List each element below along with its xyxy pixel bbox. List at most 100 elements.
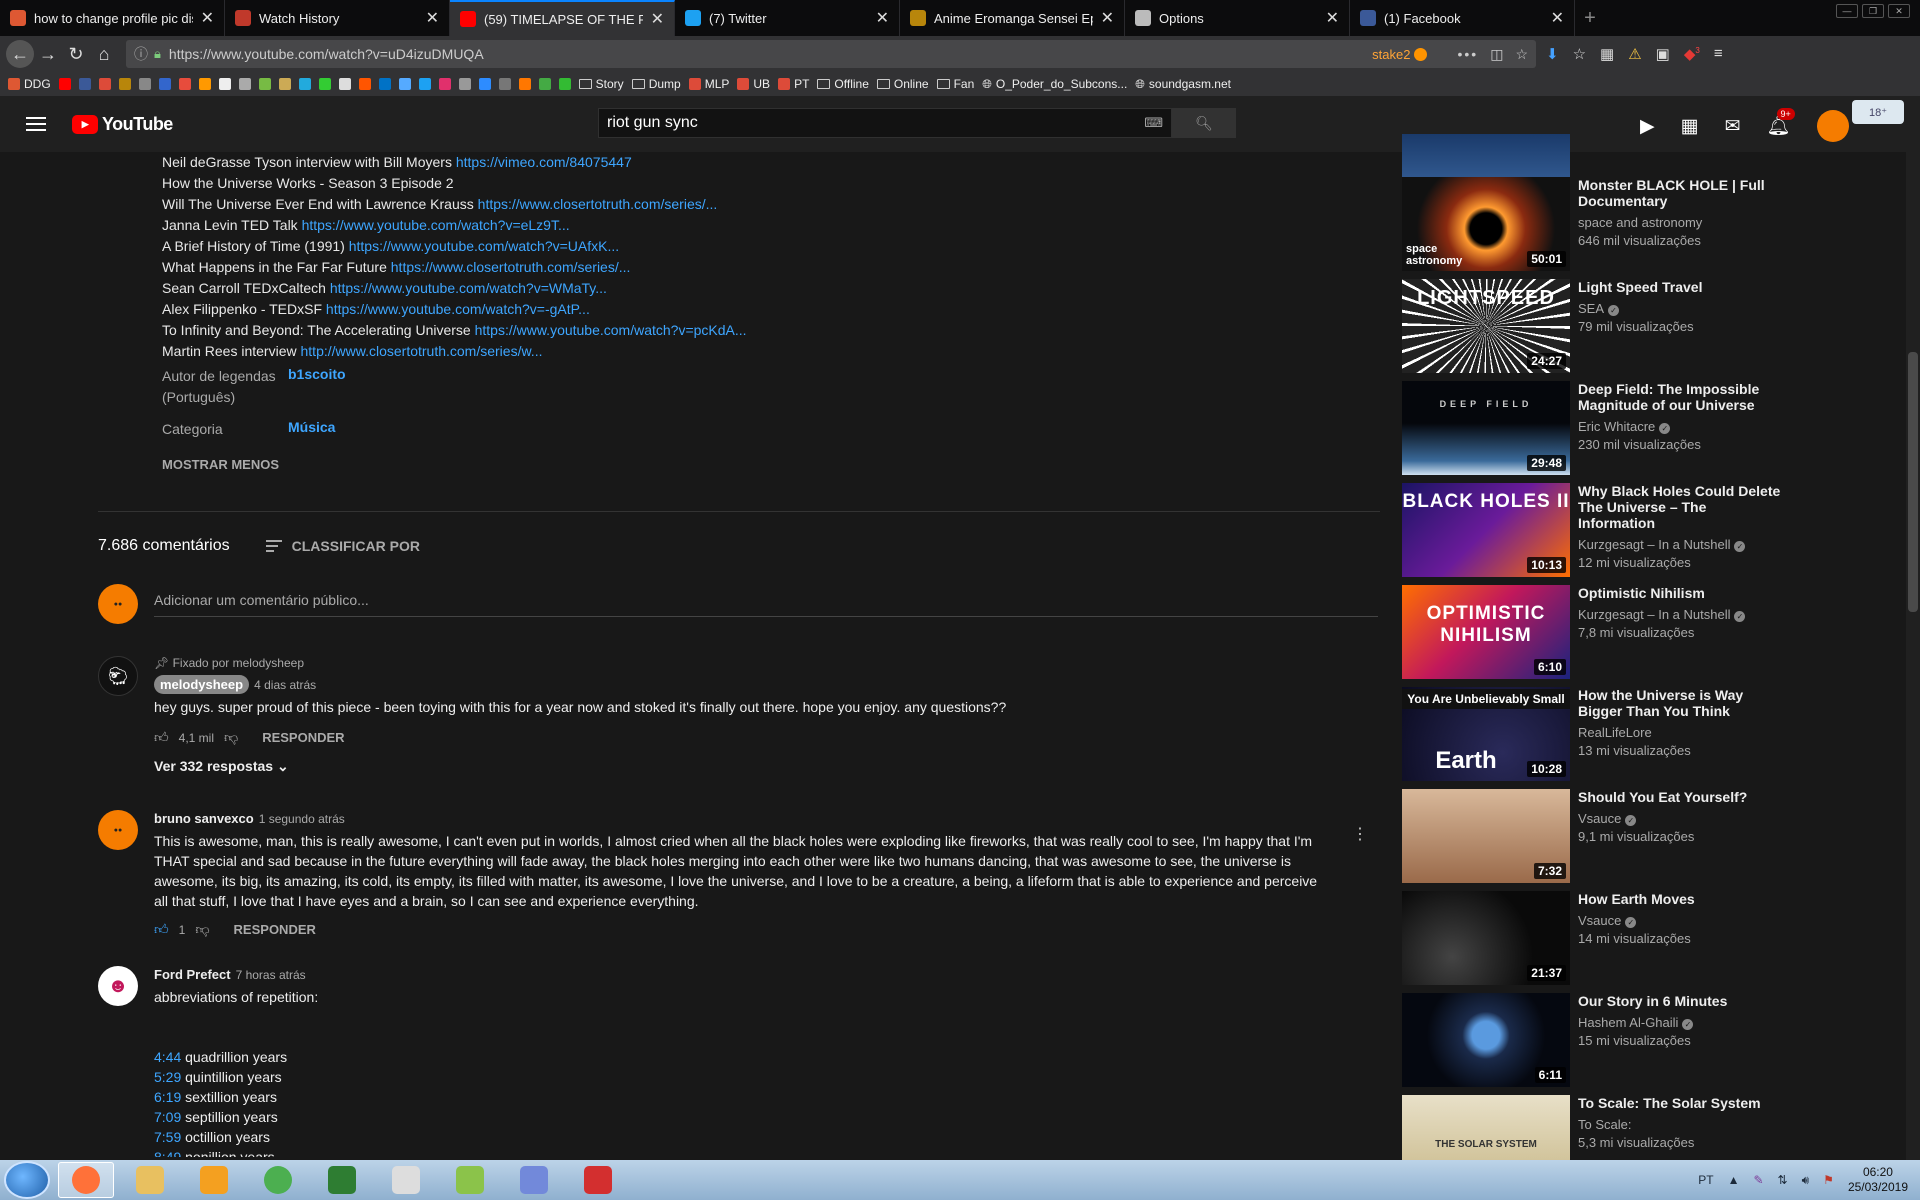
taskbar-media-button[interactable] bbox=[186, 1162, 242, 1198]
video-channel[interactable]: Vsauce ✓ bbox=[1578, 913, 1782, 928]
bookmark-item[interactable] bbox=[58, 78, 71, 90]
video-title[interactable]: Our Story in 6 Minutes bbox=[1578, 993, 1782, 1009]
video-channel[interactable]: RealLifeLore bbox=[1578, 725, 1782, 740]
comment-author[interactable]: Ford Prefect bbox=[154, 967, 231, 982]
video-title[interactable]: Light Speed Travel bbox=[1578, 279, 1782, 295]
related-video-item[interactable]: 21:37 How Earth Moves Vsauce ✓ 14 mi visuali… bbox=[1402, 891, 1782, 993]
video-thumbnail[interactable]: DEEP FIELD 29:48 bbox=[1402, 381, 1570, 475]
tab-close-icon[interactable]: ✕ bbox=[876, 8, 889, 28]
like-button[interactable]: 👍︎ bbox=[154, 921, 169, 938]
bookmark-item[interactable]: MLP bbox=[688, 77, 729, 91]
timestamp-link[interactable]: 7:59 bbox=[154, 1129, 181, 1145]
add-comment-input[interactable]: Adicionar um comentário público... bbox=[154, 592, 1378, 617]
timestamp-link[interactable]: 4:44 bbox=[154, 1049, 181, 1065]
bookmark-item[interactable] bbox=[378, 78, 391, 90]
timestamp-link[interactable]: 8:49 bbox=[154, 1149, 181, 1157]
description-link[interactable]: https://www.youtube.com/watch?v=-gAtP... bbox=[326, 301, 590, 317]
url-text[interactable]: https://www.youtube.com/watch?v=uD4izuDM… bbox=[169, 46, 484, 62]
subtitles-author-link[interactable]: b1scoito bbox=[288, 366, 346, 408]
commenter-avatar[interactable]: ●● bbox=[98, 810, 138, 850]
bookmark-item[interactable] bbox=[458, 78, 471, 90]
related-video-item[interactable]: You Are Unbelievably Small Earth 10:28 How … bbox=[1402, 687, 1782, 789]
show-less-button[interactable]: MOSTRAR MENOS bbox=[162, 457, 1362, 472]
back-button[interactable]: ← bbox=[6, 40, 34, 68]
download-icon[interactable]: ⬇ bbox=[1546, 45, 1559, 63]
language-indicator[interactable]: PT bbox=[1698, 1173, 1713, 1187]
bookmark-item[interactable] bbox=[158, 78, 171, 90]
description-link[interactable]: https://www.youtube.com/watch?v=WMaTy... bbox=[330, 280, 607, 296]
video-thumbnail[interactable]: space astronomy 50:01 bbox=[1402, 177, 1570, 271]
bookmark-item[interactable] bbox=[98, 78, 111, 90]
description-link[interactable]: https://www.youtube.com/watch?v=pcKdA... bbox=[475, 322, 747, 338]
age-18-icon[interactable]: ⚠ bbox=[1628, 45, 1641, 63]
video-thumbnail[interactable]: BLACK HOLES II 10:13 bbox=[1402, 483, 1570, 577]
bookmark-item[interactable] bbox=[198, 78, 211, 90]
related-video-item[interactable]: 6:11 Our Story in 6 Minutes Hashem Al-Ghai… bbox=[1402, 993, 1782, 1095]
bookmark-item[interactable] bbox=[558, 78, 571, 90]
bookmark-item[interactable]: PT bbox=[778, 77, 809, 91]
video-channel[interactable]: Hashem Al-Ghaili ✓ bbox=[1578, 1015, 1782, 1030]
timestamp-link[interactable]: 7:09 bbox=[154, 1109, 181, 1125]
commenter-avatar[interactable]: ☻ bbox=[98, 966, 138, 1006]
reload-button[interactable]: ↻ bbox=[62, 40, 90, 68]
bookmark-item[interactable] bbox=[338, 78, 351, 90]
video-channel[interactable]: Kurzgesagt – In a Nutshell ✓ bbox=[1578, 537, 1782, 552]
tray-expand-icon[interactable]: ▲ bbox=[1728, 1173, 1740, 1187]
clock[interactable]: 06:20 25/03/2019 bbox=[1848, 1165, 1908, 1195]
account-indicator[interactable]: stake2 bbox=[1372, 47, 1428, 62]
taskbar-firefox-button[interactable] bbox=[58, 1162, 114, 1198]
taskbar-chrome-button[interactable] bbox=[250, 1162, 306, 1198]
bookmark-item[interactable] bbox=[478, 78, 491, 90]
browser-tab[interactable]: Options ✕ bbox=[1125, 0, 1350, 36]
comment-time[interactable]: 7 horas atrás bbox=[236, 968, 306, 982]
video-thumbnail[interactable]: 6:11 bbox=[1402, 993, 1570, 1087]
ublock-icon[interactable]: ◆3 bbox=[1684, 45, 1700, 63]
browser-tab[interactable]: how to change profile pic disco ✕ bbox=[0, 0, 225, 36]
video-title[interactable]: Optimistic Nihilism bbox=[1578, 585, 1782, 601]
tab-close-icon[interactable]: ✕ bbox=[1101, 8, 1114, 28]
sort-by-button[interactable]: CLASSIFICAR POR bbox=[265, 537, 420, 555]
taskbar-notepad-button[interactable] bbox=[442, 1162, 498, 1198]
video-title[interactable]: Monster BLACK HOLE | Full Documentary bbox=[1578, 177, 1782, 209]
comment-author[interactable]: bruno sanvexco bbox=[154, 811, 254, 826]
bookmark-item[interactable] bbox=[438, 78, 451, 90]
browser-tab[interactable]: (1) Facebook ✕ bbox=[1350, 0, 1575, 36]
comment-author[interactable]: melodysheep bbox=[154, 675, 250, 694]
timestamp-link[interactable]: 6:19 bbox=[154, 1089, 181, 1105]
pen-icon[interactable]: ✎ bbox=[1753, 1173, 1763, 1187]
tab-close-icon[interactable]: ✕ bbox=[426, 8, 439, 28]
like-button[interactable]: 👍︎ bbox=[154, 729, 169, 746]
bookmark-star-icon[interactable]: ☆ bbox=[1515, 46, 1528, 63]
bookmark-item[interactable] bbox=[118, 78, 131, 90]
video-thumbnail[interactable]: You Are Unbelievably Small Earth 10:28 bbox=[1402, 687, 1570, 781]
taskbar-alien-button[interactable] bbox=[378, 1162, 434, 1198]
melodysheep-avatar[interactable]: 🐑︎ bbox=[98, 656, 138, 696]
browser-tab[interactable]: (7) Twitter ✕ bbox=[675, 0, 900, 36]
bookmark-item[interactable] bbox=[498, 78, 511, 90]
bookmark-item[interactable]: 🌐︎ soundgasm.net bbox=[1135, 77, 1231, 92]
browser-tab[interactable]: (59) TIMELAPSE OF THE FUTUR ✕ bbox=[450, 0, 675, 36]
bookmark-item[interactable] bbox=[278, 78, 291, 90]
extensions-icon[interactable]: ▦ bbox=[1600, 45, 1614, 63]
user-avatar[interactable] bbox=[1816, 110, 1849, 142]
comment-time[interactable]: 4 dias atrás bbox=[254, 678, 316, 692]
bookmark-folder[interactable]: Dump bbox=[631, 77, 681, 91]
bookmark-folder[interactable]: Offline bbox=[817, 77, 869, 91]
bookmark-item[interactable] bbox=[538, 78, 551, 90]
video-thumbnail[interactable]: LIGHTSPEED 24:27 bbox=[1402, 279, 1570, 373]
browser-tab[interactable]: Anime Eromanga Sensei Episód ✕ bbox=[900, 0, 1125, 36]
youtube-logo[interactable]: ▶ YouTube bbox=[72, 114, 173, 135]
tab-close-icon[interactable]: ✕ bbox=[1326, 8, 1339, 28]
hamburger-menu-icon[interactable]: ≡ bbox=[1714, 45, 1723, 63]
scrollbar[interactable] bbox=[1906, 152, 1920, 1160]
minimize-button[interactable]: — bbox=[1836, 4, 1858, 18]
timestamp-link[interactable]: 5:29 bbox=[154, 1069, 181, 1085]
search-query[interactable]: riot gun sync bbox=[607, 114, 698, 132]
network-icon[interactable]: ⇅ bbox=[1778, 1173, 1788, 1187]
bookmark-item[interactable] bbox=[258, 78, 271, 90]
bookmark-item[interactable]: DDG bbox=[8, 77, 51, 91]
video-title[interactable]: Why Black Holes Could Delete The Univers… bbox=[1578, 483, 1782, 531]
video-channel[interactable]: To Scale: bbox=[1578, 1117, 1782, 1132]
keyboard-icon[interactable]: ⌨ bbox=[1144, 115, 1163, 131]
bookmark-item[interactable] bbox=[518, 78, 531, 90]
